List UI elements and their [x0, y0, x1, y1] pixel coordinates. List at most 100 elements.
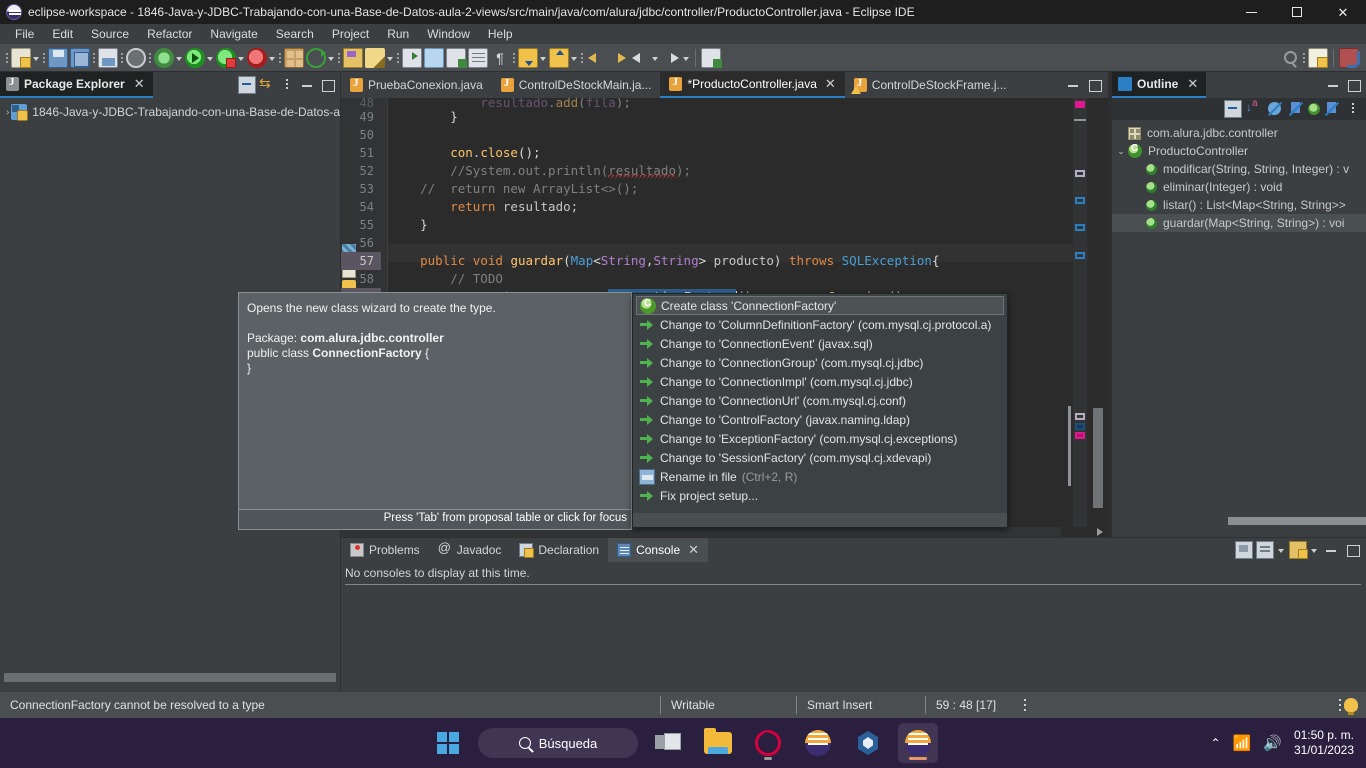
proposal-item[interactable]: Change to 'SessionFactory' (com.mysql.cj… — [633, 448, 1007, 467]
ruler-occurrence-mark[interactable] — [1075, 413, 1085, 420]
editor-tab-pruebaconexion[interactable]: PruebaConexion.java — [341, 72, 492, 98]
toolbar-handle-9[interactable] — [511, 48, 517, 68]
show-whitespace-icon[interactable] — [468, 47, 488, 68]
ruler-error-mark[interactable] — [1075, 101, 1085, 108]
editor-tab-controldestockmain[interactable]: ControlDeStockMain.ja... — [491, 72, 661, 98]
maximize-view-icon[interactable] — [318, 76, 336, 94]
ruler-task-mark[interactable] — [1075, 224, 1085, 231]
maximize-editor-icon[interactable] — [1085, 76, 1103, 94]
toolbar-handle-3[interactable] — [91, 48, 97, 68]
run-last-tool-icon[interactable] — [216, 47, 236, 68]
toolbar-handle-4[interactable] — [119, 48, 125, 68]
display-selected-console-icon[interactable] — [1256, 541, 1274, 559]
collapse-all-icon[interactable] — [1224, 100, 1242, 118]
maximize-outline-icon[interactable] — [1344, 76, 1362, 94]
tree-item-project[interactable]: › 1846-Java-y-JDBC-Trabajando-con-una-Ba… — [0, 102, 340, 122]
outline-item-package[interactable]: com.alura.jdbc.controller — [1112, 124, 1366, 142]
debug-dropdown-icon[interactable] — [175, 48, 184, 68]
console-output[interactable]: No consoles to display at this time. — [341, 562, 1366, 580]
ruler-task-mark[interactable] — [1075, 252, 1085, 259]
hscroll-right-arrow-icon[interactable] — [1097, 528, 1103, 536]
eclipse-ide-button[interactable] — [898, 723, 938, 763]
next-annotation-icon[interactable] — [518, 47, 538, 68]
toolbar-handle-11[interactable] — [1301, 48, 1307, 68]
minimize-editor-icon[interactable] — [1064, 76, 1082, 94]
open-task-dropdown-icon[interactable] — [386, 48, 395, 68]
outline-item-method-modificar[interactable]: modificar(String, String, Integer) : v — [1112, 160, 1366, 178]
public-members-icon[interactable] — [1308, 103, 1320, 115]
outline-hscrollbar[interactable] — [1228, 517, 1366, 525]
tab-javadoc[interactable]: Javadoc — [429, 538, 511, 562]
overview-ruler[interactable] — [1068, 98, 1087, 537]
minimize-view-icon[interactable] — [298, 76, 316, 94]
editor-tab-close-icon[interactable]: ✕ — [825, 76, 836, 92]
ruler-current-mark[interactable] — [1075, 423, 1085, 430]
quick-access-bulb-icon[interactable] — [1344, 698, 1358, 715]
menu-project[interactable]: Project — [323, 25, 378, 43]
proposal-item[interactable]: Change to 'ColumnDefinitionFactory' (com… — [633, 315, 1007, 334]
terminate-icon[interactable] — [247, 47, 267, 68]
save-icon[interactable] — [48, 47, 68, 68]
hide-fields-icon[interactable] — [1266, 100, 1284, 118]
menu-search[interactable]: Search — [267, 25, 323, 43]
new-java-class-icon[interactable] — [701, 47, 722, 68]
editor-tab-controldestockframe[interactable]: ControlDeStockFrame.j... — [844, 72, 1016, 98]
no-marker-icon[interactable] — [126, 47, 146, 68]
volume-icon[interactable]: 🔊 — [1263, 734, 1282, 752]
package-explorer-close-icon[interactable]: ✕ — [134, 76, 145, 92]
tab-package-explorer[interactable]: Package Explorer ✕ — [0, 72, 153, 98]
outline-item-method-eliminar[interactable]: eliminar(Integer) : void — [1112, 178, 1366, 196]
proposal-item[interactable]: Change to 'ControlFactory' (javax.naming… — [633, 410, 1007, 429]
menu-edit[interactable]: Edit — [43, 25, 82, 43]
proposal-item[interactable]: Change to 'ConnectionEvent' (javax.sql) — [633, 334, 1007, 353]
print-icon[interactable] — [98, 47, 118, 68]
hide-static-icon[interactable] — [1287, 100, 1305, 118]
eclipse-installer-button[interactable] — [798, 723, 838, 763]
toolbar-handle[interactable] — [4, 48, 10, 68]
toolbar-handle-2[interactable] — [41, 48, 47, 68]
proposal-item[interactable]: Change to 'ExceptionFactory' (com.mysql.… — [633, 429, 1007, 448]
console-tab-close-icon[interactable]: ✕ — [688, 542, 699, 558]
proposal-item-rename-in-file[interactable]: Rename in file (Ctrl+2, R) — [633, 467, 1007, 486]
show-hidden-icons-icon[interactable]: ⌃ — [1211, 736, 1221, 750]
tab-outline[interactable]: Outline ✕ — [1112, 72, 1207, 98]
proposal-item-fix-project-setup[interactable]: Fix project setup... — [633, 486, 1007, 505]
menu-file[interactable]: File — [6, 25, 43, 43]
menu-window[interactable]: Window — [418, 25, 479, 43]
skip-breakpoints-icon[interactable] — [446, 47, 467, 68]
tab-console[interactable]: Console ✕ — [608, 538, 709, 562]
maximize-console-icon[interactable] — [1343, 541, 1361, 559]
tab-problems[interactable]: Problems — [341, 538, 429, 562]
menu-navigate[interactable]: Navigate — [201, 25, 266, 43]
minimize-outline-icon[interactable] — [1324, 76, 1342, 94]
opera-button[interactable] — [748, 723, 788, 763]
status-overflow-icon[interactable] — [1021, 696, 1029, 714]
file-explorer-button[interactable] — [698, 723, 738, 763]
taskbar-clock[interactable]: 01:50 p. m. 31/01/2023 — [1294, 728, 1354, 758]
menu-refactor[interactable]: Refactor — [138, 25, 201, 43]
sort-icon[interactable] — [1245, 98, 1263, 118]
menu-help[interactable]: Help — [479, 25, 522, 43]
ruler-error-mark[interactable] — [1075, 432, 1085, 439]
new-console-dropdown-icon[interactable] — [1310, 540, 1319, 560]
previous-edit-icon[interactable] — [630, 48, 650, 68]
outline-item-class[interactable]: ⌄ ProductoController — [1112, 142, 1366, 160]
search-icon[interactable] — [1280, 48, 1300, 68]
terminate-dropdown-icon[interactable] — [268, 48, 277, 68]
restore-button[interactable] — [1274, 0, 1320, 24]
forward-history-icon[interactable] — [608, 48, 628, 68]
menu-source[interactable]: Source — [82, 25, 138, 43]
hide-non-public-icon[interactable] — [1323, 100, 1341, 118]
toggle-mark-occurrences-icon[interactable] — [424, 47, 444, 68]
proposal-item[interactable]: Change to 'ConnectionUrl' (com.mysql.cj.… — [633, 391, 1007, 410]
outline-item-method-listar[interactable]: listar() : List<Map<String, String>> — [1112, 196, 1366, 214]
collapse-all-icon[interactable] — [238, 76, 256, 94]
package-explorer-hscrollbar[interactable] — [4, 673, 336, 682]
menu-run[interactable]: Run — [378, 25, 418, 43]
build-icon[interactable] — [284, 47, 304, 68]
next-edit-icon[interactable] — [661, 48, 681, 68]
start-button[interactable] — [428, 723, 468, 763]
pilcrow-icon[interactable]: ¶ — [490, 48, 510, 68]
toolbar-handle-8[interactable] — [395, 48, 401, 68]
save-all-icon[interactable] — [70, 47, 90, 68]
